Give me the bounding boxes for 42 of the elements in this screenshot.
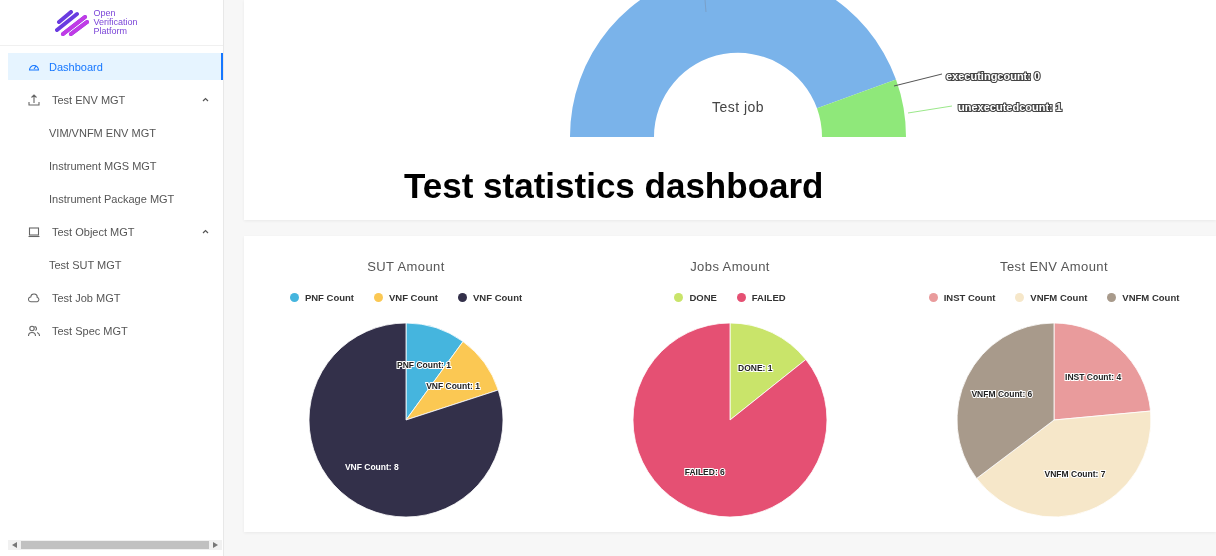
slice-label: VNFM Count: 6 (971, 389, 1033, 400)
legend-item[interactable]: PNF Count (289, 292, 354, 303)
horizontal-scrollbar[interactable] (8, 540, 222, 550)
users-icon (28, 324, 40, 337)
legend-item[interactable]: VNFM Count (1015, 292, 1088, 303)
leader-line (907, 105, 953, 114)
scroll-right-icon[interactable] (213, 542, 218, 548)
slice-label: VNF Count: 8 (344, 462, 399, 473)
sidebar-subitem[interactable]: Test SUT MGT (8, 248, 223, 281)
slice-label: DONE: 1 (738, 362, 773, 373)
scroll-left-icon[interactable] (12, 542, 17, 548)
chart-title: SUT Amount (367, 259, 445, 274)
slice-label: INST Count: 4 (1065, 372, 1122, 382)
sidebar-item[interactable]: Test Object MGT (8, 215, 223, 248)
sidebar-subitem[interactable]: Instrument Package MGT (8, 182, 223, 215)
sidebar-item[interactable]: Test Job MGT (8, 281, 223, 314)
laptop-icon (28, 225, 40, 238)
dashboard-caption: Test statistics dashboard (404, 166, 824, 206)
legend-item[interactable]: VNF Count (373, 292, 439, 303)
data-label: executingcount: 0 (946, 70, 1041, 82)
legend-item[interactable]: DONE (674, 292, 717, 303)
legend-item[interactable]: VNF Count (458, 292, 523, 303)
legend-item[interactable]: VNFM Count (1107, 292, 1180, 303)
sidebar-item[interactable]: Dashboard (8, 53, 223, 80)
data-label: unexecutedcount: 1 (958, 101, 1062, 113)
legend-item[interactable]: FAILED (736, 292, 786, 303)
sidebar-item[interactable]: Test Spec MGT (8, 314, 223, 347)
upload-icon (28, 93, 40, 106)
slice-label: FAILED: 6 (684, 467, 725, 478)
logo-icon (55, 9, 90, 36)
chart-center-label: Test job (711, 99, 765, 115)
sidebar-subitem[interactable]: VIM/VNFM ENV MGT (8, 116, 223, 149)
legend-item[interactable]: INST Count (928, 292, 996, 303)
sidebar-subitem[interactable]: Instrument MGS MGT (8, 149, 223, 182)
sidebar-item[interactable]: Test ENV MGT (8, 83, 223, 116)
cloud-icon (28, 291, 40, 304)
slice-label: VNFM Count: 7 (1044, 469, 1106, 480)
chart-title: Jobs Amount (690, 259, 770, 274)
chart-title: Test ENV Amount (1000, 259, 1108, 274)
slice-label: PNF Count: 1 (397, 359, 451, 370)
logo-text: Open Verification Platform (93, 9, 138, 36)
leader-line (893, 73, 943, 87)
